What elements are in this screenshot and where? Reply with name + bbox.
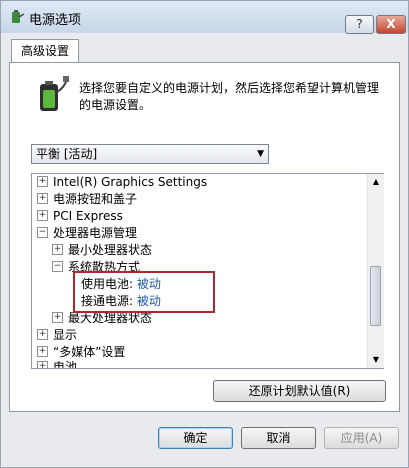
tree-item-min-processor-state[interactable]: + 最小处理器状态: [52, 242, 152, 259]
tree-item-label: 电源按钮和盖子: [53, 192, 138, 206]
scroll-up-arrow-icon[interactable]: ▲: [368, 174, 384, 190]
power-options-icon: [9, 9, 25, 25]
expand-icon[interactable]: +: [52, 244, 63, 255]
tree-item-label: 最大处理器状态: [68, 311, 153, 325]
title-bar[interactable]: 电源选项 ? X: [1, 1, 408, 34]
tree-item-label: 显示: [53, 328, 78, 342]
tree-item-label: Intel(R) Graphics Settings: [53, 175, 208, 189]
battery-icon: [31, 75, 71, 115]
description-text: 选择您要自定义的电源计划，然后选择您希望计算机管理的电源设置。: [79, 81, 380, 112]
tree-item-intel-graphics[interactable]: + Intel(R) Graphics Settings: [37, 174, 207, 191]
expand-icon[interactable]: +: [37, 346, 48, 357]
dropdown-arrow-icon: ▼: [257, 149, 264, 159]
scroll-down-arrow-icon[interactable]: ▼: [368, 352, 384, 368]
tree-item-display[interactable]: + 显示: [37, 327, 77, 344]
tree-item-processor-power[interactable]: − 处理器电源管理: [37, 225, 137, 242]
scrollbar-thumb[interactable]: [370, 266, 381, 326]
help-button[interactable]: ?: [345, 15, 374, 34]
highlight-box: [73, 271, 215, 313]
close-button[interactable]: X: [376, 15, 406, 34]
collapse-icon[interactable]: −: [52, 261, 63, 272]
tree-item-battery[interactable]: + 电池: [37, 361, 77, 368]
expand-icon[interactable]: +: [37, 361, 48, 368]
tree-item-pci-express[interactable]: + PCI Express: [37, 208, 123, 225]
tree-item-power-buttons-lid[interactable]: + 电源按钮和盖子: [37, 191, 137, 208]
tree-item-label: 电池: [53, 361, 78, 368]
ok-button[interactable]: 确定: [158, 427, 233, 449]
expand-icon[interactable]: +: [37, 210, 48, 221]
power-options-dialog: 电源选项 ? X 高级设置 选择您要自定义的电源计划，然后选择您希望计算机管理的…: [0, 0, 409, 468]
tree-scrollbar[interactable]: ▲ ▼: [367, 174, 384, 368]
expand-icon[interactable]: +: [37, 329, 48, 340]
power-plan-select[interactable]: 平衡 [活动] ▼: [31, 144, 269, 164]
power-plan-value: 平衡 [活动]: [36, 147, 98, 161]
expand-icon[interactable]: +: [37, 193, 48, 204]
window-title: 电源选项: [29, 13, 82, 28]
expand-icon[interactable]: +: [37, 176, 48, 187]
tree-item-label: 处理器电源管理: [53, 226, 138, 240]
tree-item-label: “多媒体”设置: [53, 345, 126, 359]
restore-defaults-button[interactable]: 还原计划默认值(R): [213, 380, 386, 402]
cancel-button[interactable]: 取消: [241, 427, 316, 449]
tree-item-label: 最小处理器状态: [68, 243, 153, 257]
apply-button[interactable]: 应用(A): [324, 427, 399, 449]
collapse-icon[interactable]: −: [37, 227, 48, 238]
tab-advanced-settings[interactable]: 高级设置: [11, 39, 79, 63]
expand-icon[interactable]: +: [52, 312, 63, 323]
tree-item-label: PCI Express: [53, 209, 123, 223]
tree-item-multimedia-settings[interactable]: + “多媒体”设置: [37, 344, 125, 361]
